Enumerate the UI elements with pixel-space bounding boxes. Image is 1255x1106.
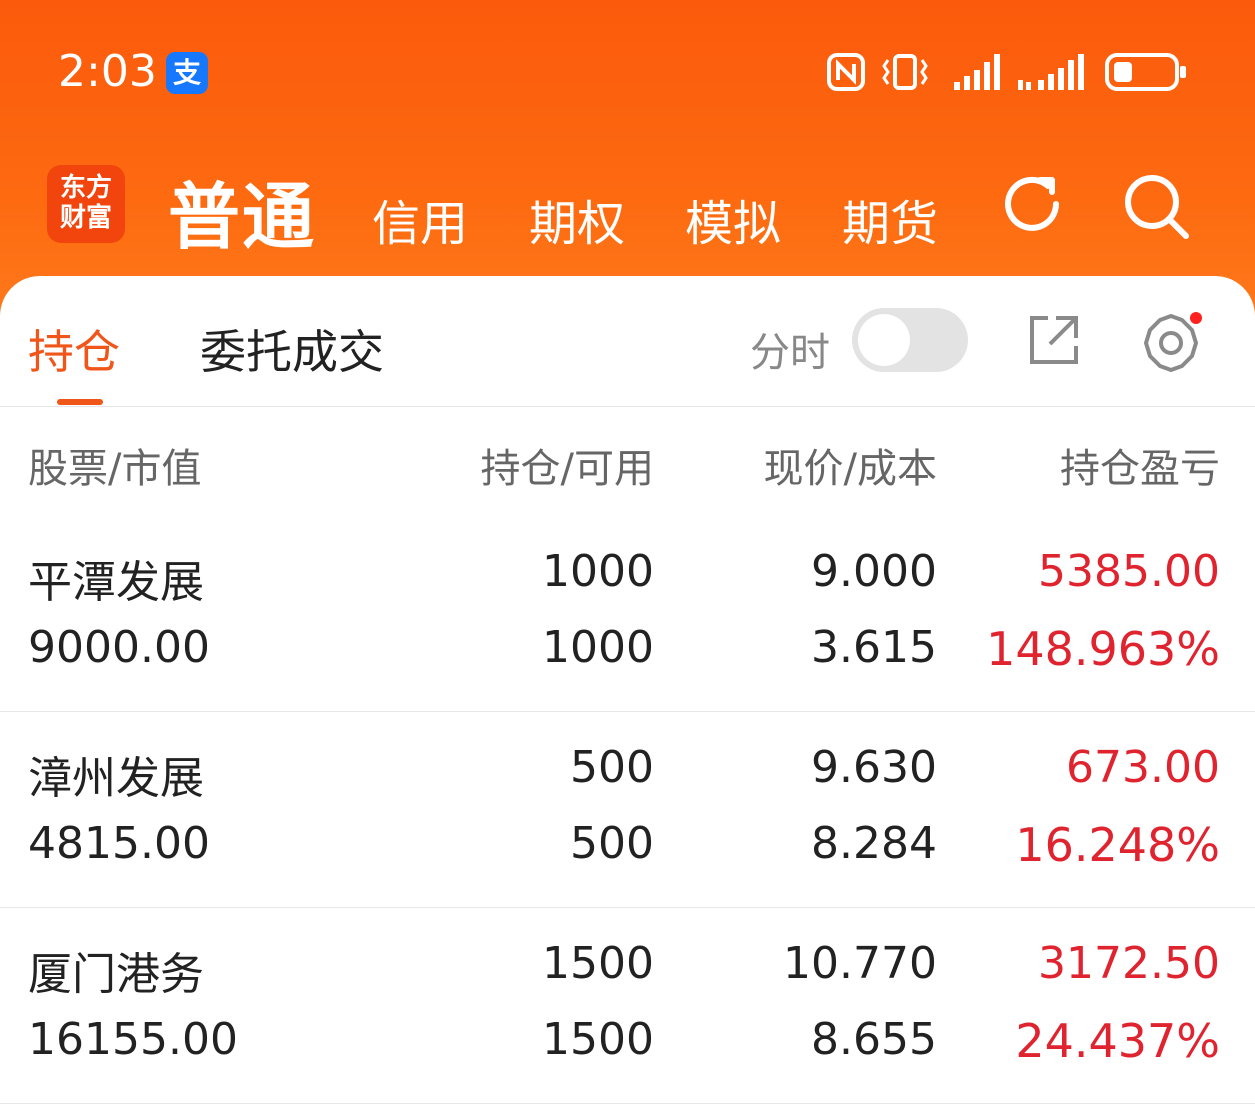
cost-price: 3.615 — [811, 622, 937, 673]
position-qty: 1500 — [542, 938, 654, 989]
stock-name: 漳州发展 — [28, 753, 204, 804]
nav-item-putong[interactable]: 普通 — [168, 158, 316, 263]
header-price-cost: 现价/成本 — [763, 446, 937, 492]
signal-icon-2 — [1018, 54, 1084, 90]
position-row[interactable]: 平潭发展 9000.00 1000 1000 9.000 3.615 5385.… — [0, 516, 1255, 712]
current-price: 10.770 — [783, 938, 937, 989]
market-value: 4815.00 — [28, 818, 210, 869]
market-value: 16155.00 — [28, 1014, 238, 1065]
positions-list: 平潭发展 9000.00 1000 1000 9.000 3.615 5385.… — [0, 516, 1255, 1104]
position-qty: 500 — [570, 742, 654, 793]
stock-name: 平潭发展 — [28, 557, 204, 608]
notification-dot — [1190, 312, 1202, 324]
current-price: 9.630 — [811, 742, 937, 793]
position-qty: 1000 — [542, 546, 654, 597]
cost-price: 8.284 — [811, 818, 937, 869]
nav-item-moni[interactable]: 模拟 — [685, 184, 781, 254]
stock-name: 厦门港务 — [28, 949, 204, 1000]
position-pl: 3172.50 — [1038, 938, 1220, 989]
current-price: 9.000 — [811, 546, 937, 597]
nfc-icon — [827, 53, 865, 91]
nav-item-qihuo[interactable]: 期货 — [842, 184, 938, 254]
battery-icon — [1105, 53, 1186, 91]
signal-icon — [954, 54, 1000, 90]
status-time: 2:03 — [58, 46, 157, 97]
status-icons — [826, 52, 1196, 92]
vibrate-icon — [882, 54, 928, 90]
account-type-nav: 东方 财富 普通 信用 期权 模拟 期货 — [0, 150, 1255, 260]
tab-positions[interactable]: 持仓 — [28, 316, 120, 382]
search-icon[interactable] — [1118, 168, 1194, 244]
market-value: 9000.00 — [28, 622, 210, 673]
position-row[interactable]: 厦门港务 16155.00 1500 1500 10.770 8.655 317… — [0, 908, 1255, 1104]
position-pl: 5385.00 — [1038, 546, 1220, 597]
active-tab-indicator — [57, 399, 103, 405]
status-bar: 2:03 支 — [0, 0, 1255, 140]
share-icon[interactable] — [1026, 312, 1082, 368]
tab-orders-trades[interactable]: 委托成交 — [200, 316, 384, 382]
table-header: 股票/市值 持仓/可用 现价/成本 持仓盈亏 — [0, 406, 1255, 516]
nav-item-xinyong[interactable]: 信用 — [372, 184, 468, 254]
header-position-pl: 持仓盈亏 — [1060, 446, 1220, 492]
header-stock-market-value: 股票/市值 — [28, 446, 202, 492]
header-position-available: 持仓/可用 — [480, 446, 654, 492]
position-pl-pct: 148.963% — [986, 622, 1220, 676]
available-qty: 1500 — [542, 1014, 654, 1065]
nav-item-qiquan[interactable]: 期权 — [529, 184, 625, 254]
alipay-notification-icon: 支 — [166, 52, 208, 94]
positions-panel: 持仓 委托成交 分时 股票/市值 持仓/可用 现价/成本 持仓盈亏 平潭发展 9… — [0, 276, 1255, 1106]
available-qty: 1000 — [542, 622, 654, 673]
logo-line-2: 财富 — [59, 203, 112, 233]
position-pl-pct: 16.248% — [1015, 818, 1220, 872]
toggle-knob — [858, 314, 910, 366]
intraday-toggle-label: 分时 — [750, 330, 830, 376]
intraday-toggle[interactable] — [852, 308, 968, 372]
position-row[interactable]: 漳州发展 4815.00 500 500 9.630 8.284 673.00 … — [0, 712, 1255, 908]
position-pl: 673.00 — [1066, 742, 1220, 793]
logo-line-1: 东方 — [59, 173, 112, 203]
cost-price: 8.655 — [811, 1014, 937, 1065]
available-qty: 500 — [570, 818, 654, 869]
position-pl-pct: 24.437% — [1015, 1014, 1220, 1068]
tab-bar: 持仓 委托成交 分时 — [0, 276, 1255, 407]
eastmoney-logo: 东方 财富 — [47, 165, 125, 243]
refresh-icon[interactable] — [996, 168, 1068, 240]
